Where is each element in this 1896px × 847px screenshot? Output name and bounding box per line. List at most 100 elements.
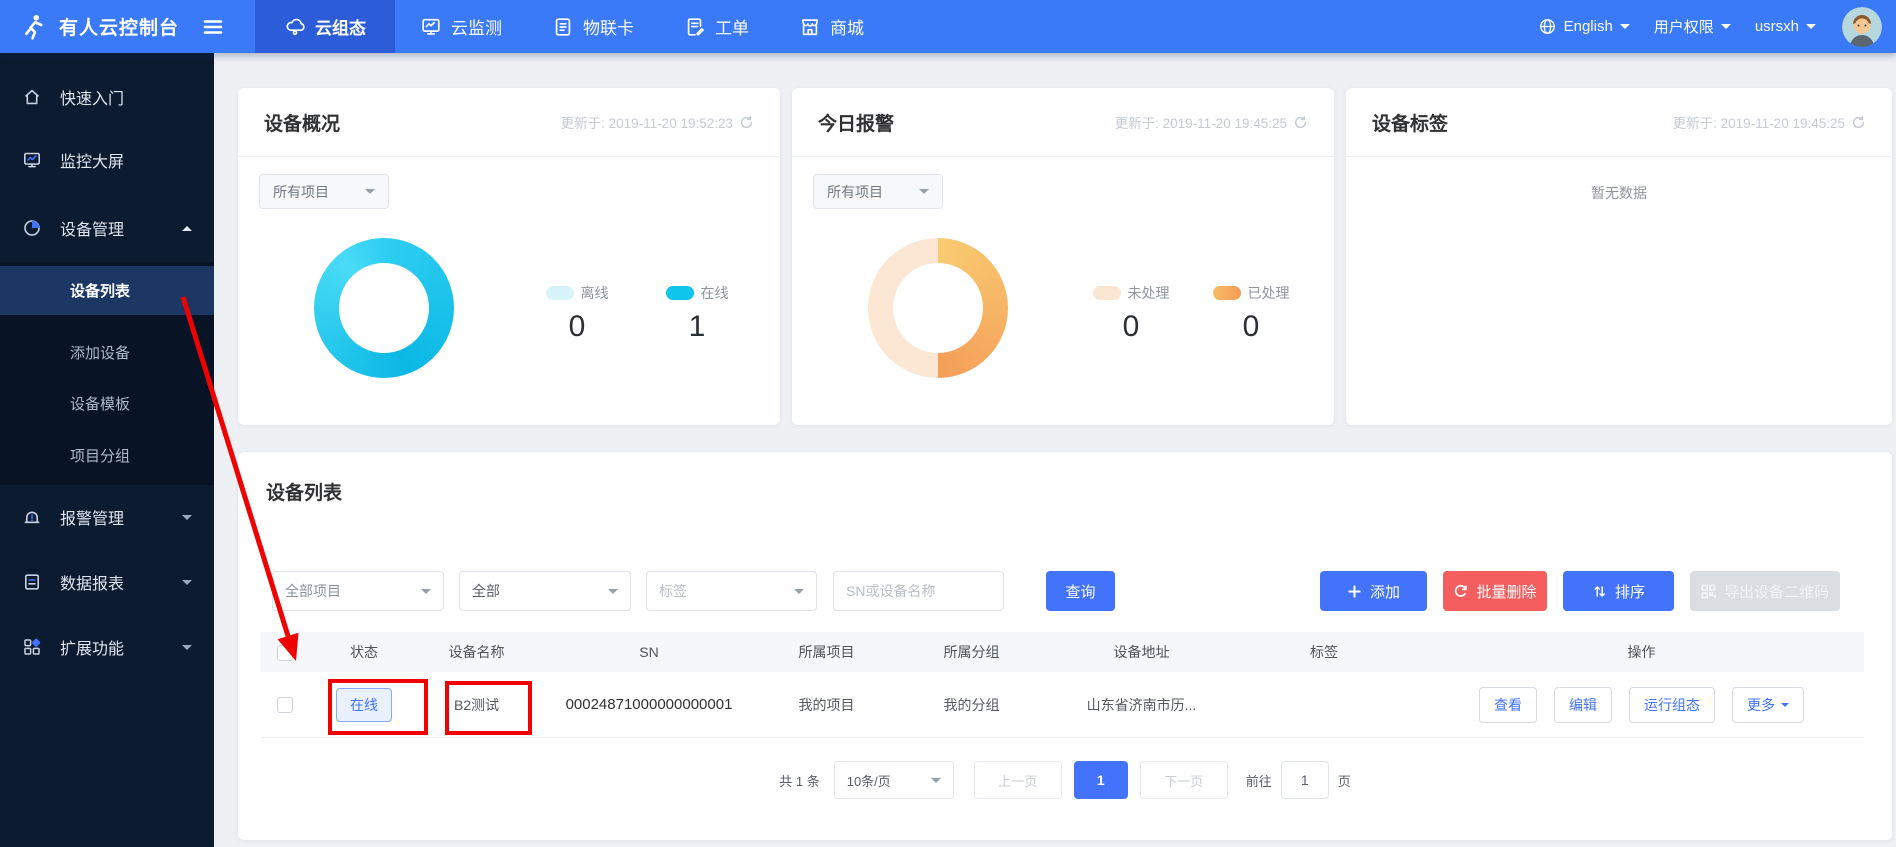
sidebar-item-label: 报警管理 [60,511,125,528]
select-value: 10条/页 [846,773,891,789]
hamburger-menu-icon[interactable] [201,15,225,39]
chevron-down-icon [919,189,929,199]
tag-select[interactable]: 标签 [646,571,817,611]
run-scada-button[interactable]: 运行组态 [1629,686,1715,723]
search-input[interactable] [833,571,1004,611]
legend-unprocessed: 未处理 0 [1088,283,1174,344]
sidebar-item-label: 扩展功能 [60,641,125,658]
select-value: 全部项目 [285,583,341,599]
add-device-button[interactable]: 添加 [1320,571,1427,611]
plus-icon [1347,584,1362,599]
legend-label: 在线 [700,285,729,301]
prev-page-button[interactable]: 上一页 [973,761,1062,799]
next-page-button[interactable]: 下一页 [1139,761,1228,799]
sidebar-item-add-device[interactable]: 添加设备 [0,328,214,376]
edit-button[interactable]: 编辑 [1554,686,1612,723]
refresh-icon[interactable] [1851,115,1866,130]
brand-area: 有人云控制台 [0,12,225,42]
tab-work-order[interactable]: 工单 [659,0,774,53]
language-label: English [1563,18,1613,35]
today-alarm-card: 今日报警 更新于: 2019-11-20 19:45:25 所有项目 未处理 0… [792,88,1334,425]
store-icon [799,16,821,38]
sidebar-subitem-label: 添加设备 [70,344,131,362]
tab-label: 物联卡 [583,19,635,38]
sort-button[interactable]: 排序 [1563,571,1674,611]
status-badge[interactable]: 在线 [336,687,392,722]
button-label: 批量删除 [1476,583,1537,601]
legend-online: 在线 1 [654,283,740,344]
more-button[interactable]: 更多 [1732,686,1804,723]
view-button[interactable]: 查看 [1479,686,1537,723]
card-header: 设备标签 更新于: 2019-11-20 19:45:25 [1346,88,1892,157]
sidebar-item-device-list[interactable]: 设备列表 [0,266,214,315]
sidebar-item-project-group[interactable]: 项目分组 [0,431,214,479]
status-select[interactable]: 全部 [459,571,631,611]
col-header-project: 所属项目 [798,644,855,660]
current-page-button[interactable]: 1 [1073,761,1128,799]
select-all-checkbox[interactable] [277,644,293,661]
chevron-down-icon [1781,702,1789,711]
work-order-icon [684,16,706,38]
alarm-status-donut-chart [868,238,1008,378]
sidebar-item-data-report[interactable]: 数据报表 [0,560,214,604]
col-header-sn: SN [639,644,659,660]
sidebar-item-device-management[interactable]: 设备管理 [0,206,214,250]
project-cell: 我的项目 [798,696,855,713]
col-header-tag: 标签 [1310,644,1338,660]
project-select[interactable]: 全部项目 [272,571,444,611]
sidebar-item-alarm-management[interactable]: 报警管理 [0,495,214,539]
chevron-down-icon [182,580,192,590]
chevron-down-icon [794,588,804,599]
card-updated: 更新于: 2019-11-20 19:45:25 [1115,112,1308,132]
permission-menu[interactable]: 用户权限 [1654,16,1731,37]
tab-label: 云监测 [451,19,503,38]
device-list-title: 设备列表 [266,483,343,504]
tab-store[interactable]: 商城 [774,0,889,53]
button-label: 编辑 [1569,696,1597,713]
card-header: 设备概况 更新于: 2019-11-20 19:52:23 [238,88,780,157]
device-list-card: 设备列表 全部项目 全部 标签 查询 [238,452,1892,840]
user-menu[interactable]: usrsxh [1755,18,1816,35]
export-qr-button[interactable]: 导出设备二维码 [1690,571,1840,611]
project-filter-select[interactable]: 所有项目 [813,174,943,209]
sidebar-item-quick-start[interactable]: 快速入门 [0,75,214,119]
overview-cards-row: 设备概况 更新于: 2019-11-20 19:52:23 所有项目 离线 0 … [238,88,1892,425]
legend-label: 已处理 [1247,285,1290,301]
project-filter-select[interactable]: 所有项目 [259,174,389,209]
tab-label: 商城 [830,19,865,38]
chevron-down-icon [608,588,618,599]
sidebar-item-device-template[interactable]: 设备模板 [0,379,214,427]
username-label: usrsxh [1754,18,1799,35]
permission-label: 用户权限 [1653,19,1714,36]
tab-cloud-monitor[interactable]: 云监测 [395,0,527,53]
main-content: 设备概况 更新于: 2019-11-20 19:52:23 所有项目 离线 0 … [214,53,1896,847]
table-action-buttons: 添加 批量删除 排序 导出设备二维码 [1320,571,1840,611]
select-value: 标签 [659,583,687,599]
goto-page-input[interactable] [1280,761,1329,799]
globe-icon [1538,17,1557,36]
row-checkbox[interactable] [277,697,293,714]
legend-value: 0 [568,310,586,343]
grid-icon [22,637,42,657]
sidebar-item-monitor-screen[interactable]: 监控大屏 [0,138,214,182]
total-count: 共 1 条 [779,773,820,789]
sidebar-item-extensions[interactable]: 扩展功能 [0,625,214,669]
legend-label: 离线 [580,285,609,301]
query-button[interactable]: 查询 [1046,571,1115,611]
avatar[interactable] [1842,6,1882,47]
batch-delete-button[interactable]: 批量删除 [1443,571,1547,611]
tab-iot-card[interactable]: 物联卡 [527,0,659,53]
tab-cloud-scada[interactable]: 云组态 [255,0,396,53]
chevron-down-icon [182,515,192,525]
button-label: 查看 [1494,696,1522,713]
page-size-select[interactable]: 10条/页 [833,761,954,799]
empty-placeholder-text: 暂无数据 [1591,185,1647,201]
sidebar-item-label: 数据报表 [60,576,125,593]
chevron-down-icon [421,588,431,599]
chevron-down-icon [182,645,192,655]
language-switcher[interactable]: English [1538,17,1630,36]
refresh-icon[interactable] [1293,115,1308,130]
legend-swatch [665,286,694,300]
refresh-icon[interactable] [739,115,754,130]
refresh-icon [1453,584,1468,599]
